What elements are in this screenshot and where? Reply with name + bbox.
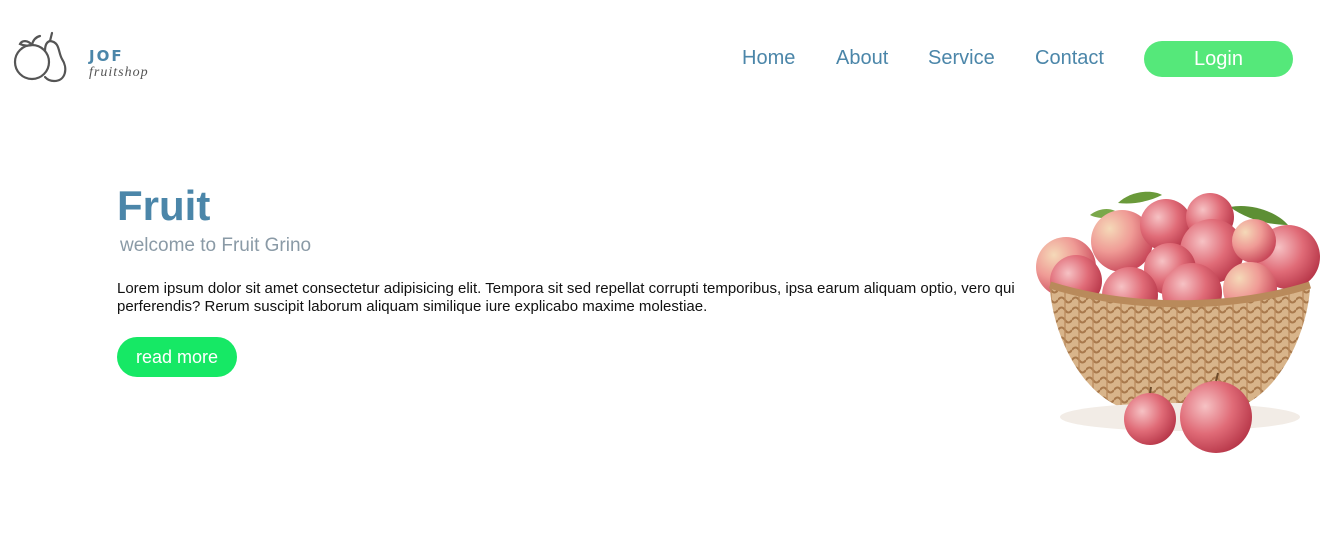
site-header: JOF fruitshop Home About Service Contact… (0, 0, 1330, 110)
apple-basket-image (1036, 191, 1320, 453)
hero-section: Fruit welcome to Fruit Grino Lorem ipsum… (117, 180, 1027, 377)
nav-link-home[interactable]: Home (742, 47, 795, 70)
nav-link-about[interactable]: About (836, 47, 888, 70)
hero-subtitle: welcome to Fruit Grino (120, 235, 312, 256)
hero-description: Lorem ipsum dolor sit amet consectetur a… (117, 280, 1015, 315)
login-button[interactable]: Login (1144, 41, 1293, 77)
nav-link-contact[interactable]: Contact (1035, 47, 1104, 70)
nav-link-service[interactable]: Service (928, 47, 995, 70)
main-nav: Home About Service Contact Login (0, 41, 1330, 77)
hero-title: Fruit (117, 182, 211, 229)
read-more-button[interactable]: read more (117, 337, 237, 377)
